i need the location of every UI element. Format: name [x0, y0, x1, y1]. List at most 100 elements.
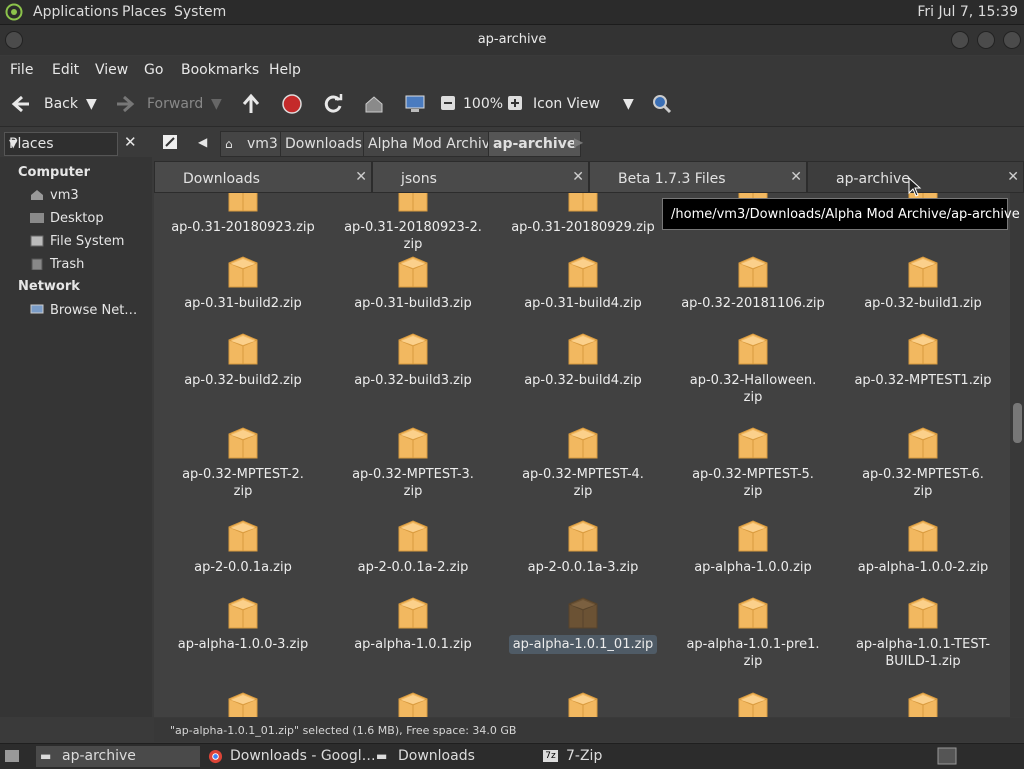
file-name-text: ap-alpha-1.0.1_01.zip	[508, 635, 658, 654]
reload-icon[interactable]	[322, 93, 344, 115]
maximize-button[interactable]	[977, 31, 995, 49]
show-desktop-icon[interactable]	[4, 748, 20, 764]
zoom-in-icon[interactable]	[507, 95, 523, 111]
zoom-out-icon[interactable]	[440, 95, 456, 111]
search-icon[interactable]	[651, 93, 673, 115]
file-item[interactable]	[838, 675, 1008, 717]
archive-icon	[227, 426, 259, 460]
file-name: ap-0.31-build4.zip	[498, 295, 668, 312]
task-label: Downloads - Googl…	[230, 748, 376, 764]
breadcrumb-label: vm3	[247, 136, 278, 152]
close-button[interactable]	[1003, 31, 1021, 49]
window-titlebar[interactable]: ap-archive	[0, 25, 1024, 55]
system-menu[interactable]: System	[174, 4, 226, 20]
view-mode-chevron-icon[interactable]: ▼	[623, 96, 634, 112]
up-arrow-icon[interactable]	[240, 93, 262, 115]
file-item[interactable]: ap-0.32-MPTEST-5. zip	[668, 410, 838, 502]
tab-jsons[interactable]: jsons ✕	[372, 161, 589, 193]
file-name-text: ap-alpha-1.0.0-3.zip	[177, 637, 309, 652]
menu-help[interactable]: Help	[269, 62, 301, 78]
task-downloads[interactable]: ▬ Downloads	[374, 746, 534, 767]
edit-location-icon[interactable]	[162, 134, 178, 150]
places-selector[interactable]: Places ▼	[4, 132, 118, 156]
minimize-button[interactable]	[951, 31, 969, 49]
close-sidebar-icon[interactable]: ✕	[124, 133, 137, 151]
archive-icon	[227, 193, 259, 213]
tab-beta-files[interactable]: Beta 1.7.3 Files ✕	[589, 161, 807, 193]
file-item[interactable]: ap-0.32-MPTEST-4. zip	[498, 410, 668, 502]
menu-bookmarks[interactable]: Bookmarks	[181, 62, 259, 78]
distro-logo-icon[interactable]	[5, 3, 23, 21]
back-arrow-icon[interactable]	[10, 93, 32, 115]
file-item[interactable]: ap-alpha-1.0.1.zip	[328, 580, 498, 672]
back-button[interactable]: Back	[44, 96, 78, 112]
task-label: ap-archive	[62, 748, 136, 764]
sidebar: Computer vm3 Desktop File System Trash N…	[0, 157, 152, 717]
close-tab-icon[interactable]: ✕	[355, 169, 367, 185]
breadcrumb-left-arrow-icon[interactable]: ◀	[198, 135, 207, 149]
file-item[interactable]: ap-0.32-MPTEST-3. zip	[328, 410, 498, 502]
file-view[interactable]: ap-0.31-20180923.zip ap-0.31-20180923-2. z…	[154, 193, 1010, 717]
file-item[interactable]: ap-0.32-MPTEST-2. zip	[158, 410, 328, 502]
close-tab-icon[interactable]: ✕	[572, 169, 584, 185]
folder-icon: ▬	[40, 749, 52, 763]
file-name-text: ap-2-0.0.1a.zip	[194, 560, 292, 575]
file-item[interactable]	[668, 675, 838, 717]
file-name: ap-0.32-MPTEST-4. zip	[498, 466, 668, 500]
tab-downloads[interactable]: Downloads ✕	[154, 161, 372, 193]
scrollbar-thumb[interactable]	[1013, 403, 1022, 443]
file-item[interactable]: ap-0.32-Halloween. zip	[668, 316, 838, 408]
file-name-text: ap-0.32-build1.zip	[864, 296, 982, 311]
applications-menu[interactable]: Applications	[33, 4, 119, 20]
home-icon[interactable]	[363, 93, 385, 115]
file-item[interactable]	[328, 675, 498, 717]
menu-view[interactable]: View	[95, 62, 128, 78]
close-tab-icon[interactable]: ✕	[1007, 169, 1019, 185]
close-tab-icon[interactable]: ✕	[790, 169, 802, 185]
file-item[interactable]	[158, 675, 328, 717]
sidebar-item-label: Browse Net…	[50, 303, 138, 318]
menu-file[interactable]: File	[10, 62, 33, 78]
view-mode-select[interactable]: Icon View	[533, 96, 600, 112]
file-name-text: ap-alpha-1.0.1-pre1. zip	[686, 637, 820, 669]
file-item[interactable]: ap-alpha-1.0.1-TEST- BUILD-1.zip	[838, 580, 1008, 672]
file-item[interactable]	[498, 675, 668, 717]
breadcrumb-alpha-mod-archive[interactable]: Alpha Mod Archive	[363, 131, 504, 157]
breadcrumb-vm3[interactable]: ⌂ vm3	[220, 131, 282, 157]
archive-icon	[397, 691, 429, 717]
clock[interactable]: Fri Jul 7, 15:39	[917, 4, 1018, 20]
sidebar-item-label: Trash	[50, 257, 85, 272]
task-ap-archive[interactable]: ▬ ap-archive	[36, 746, 200, 767]
vertical-scrollbar[interactable]	[1010, 193, 1024, 717]
task-chrome-downloads[interactable]: Downloads - Googl…	[206, 746, 376, 767]
task-7zip[interactable]: 7z 7-Zip	[541, 746, 701, 767]
archive-icon	[737, 519, 769, 553]
tab-label: ap-archive	[836, 171, 910, 187]
archive-icon	[227, 519, 259, 553]
file-name: ap-0.32-build3.zip	[328, 372, 498, 389]
breadcrumb-downloads[interactable]: Downloads	[280, 131, 367, 157]
file-item[interactable]: ap-0.32-MPTEST-6. zip	[838, 410, 1008, 502]
file-item[interactable]: ap-0.32-build2.zip	[158, 316, 328, 408]
file-item[interactable]: ap-alpha-1.0.1-pre1. zip	[668, 580, 838, 672]
back-history-chevron-icon[interactable]: ▼	[86, 96, 97, 112]
file-item[interactable]: ap-alpha-1.0.0-3.zip	[158, 580, 328, 672]
file-item[interactable]: ap-0.32-MPTEST1.zip	[838, 316, 1008, 408]
breadcrumb-ap-archive[interactable]: ap-archive	[488, 131, 582, 157]
file-name: ap-alpha-1.0.1-pre1. zip	[668, 636, 838, 670]
file-item[interactable]: ap-0.32-build3.zip	[328, 316, 498, 408]
stop-icon[interactable]	[281, 93, 303, 115]
places-menu[interactable]: Places	[122, 4, 167, 20]
file-name-text: ap-0.31-build3.zip	[354, 296, 472, 311]
file-name: ap-2-0.0.1a-2.zip	[328, 559, 498, 576]
file-name: ap-0.31-build3.zip	[328, 295, 498, 312]
computer-icon[interactable]	[404, 93, 426, 115]
menu-edit[interactable]: Edit	[52, 62, 79, 78]
archive-icon	[737, 691, 769, 717]
file-item[interactable]: ap-0.32-build4.zip	[498, 316, 668, 408]
selected-file-item[interactable]: ap-alpha-1.0.1_01.zip	[498, 580, 668, 672]
file-name-text: ap-2-0.0.1a-2.zip	[357, 560, 469, 575]
menu-go[interactable]: Go	[144, 62, 163, 78]
workspace-switcher-icon[interactable]	[937, 747, 957, 765]
chevron-down-icon: ▼	[9, 137, 18, 150]
